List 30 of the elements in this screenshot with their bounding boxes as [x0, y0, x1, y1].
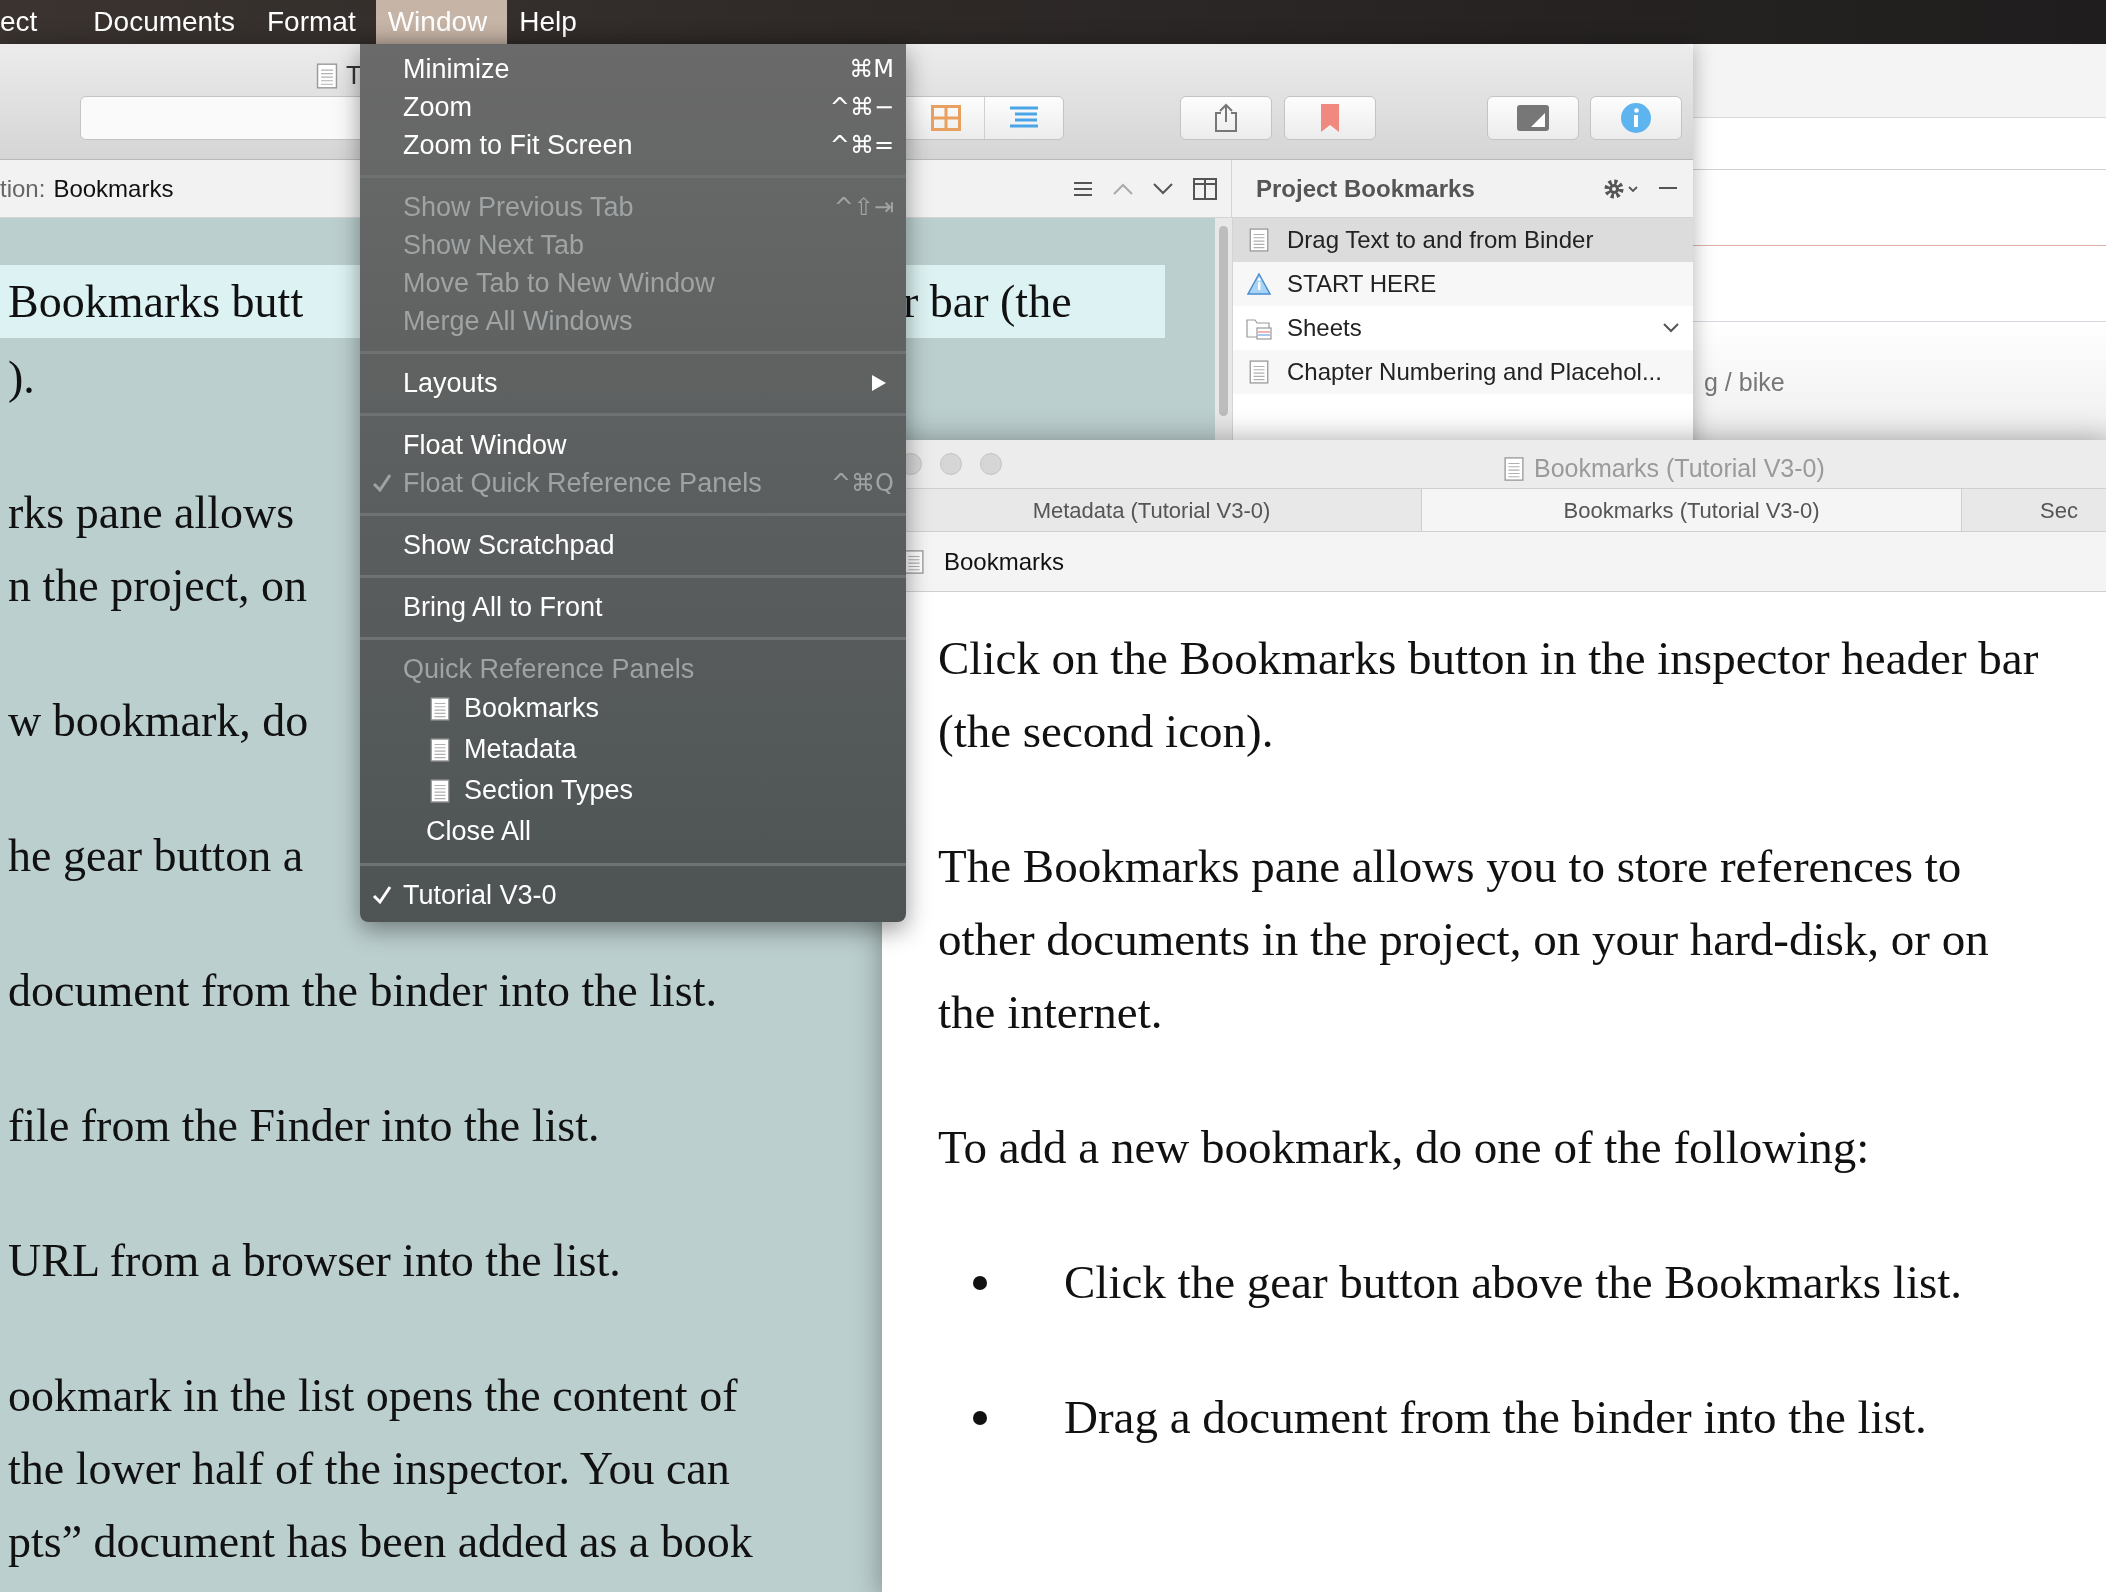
editor-text: Bookmarks butt	[8, 275, 304, 329]
paragraph: To add a new bookmark, do one of the following:	[938, 1120, 1871, 1175]
editor-text: pts” document has been added as a book	[8, 1515, 753, 1569]
paragraph: The Bookmarks pane allows you to store references to other documents in the project, on your hard-disk, or on the internet.	[938, 839, 1990, 1040]
editor-text: he gear button a	[8, 829, 304, 883]
editor-text: ookmark in the list opens the content of	[8, 1369, 738, 1423]
document-title: Bookmarks	[944, 546, 1065, 577]
editor-text: URL from a browser into the list.	[8, 1234, 621, 1288]
editor-text: rks pane allows	[8, 486, 295, 540]
editor-text: r bar (the	[903, 275, 1072, 329]
editor-text: file from the Finder into the list.	[8, 1099, 600, 1153]
editor-text: the lower half of the inspector. You can	[8, 1442, 730, 1496]
bullet-text: Drag a document from the binder into the list.	[1064, 1390, 1928, 1445]
bookmark-label: Sheets	[1287, 313, 1363, 343]
inspector-title: Project Bookmarks	[1256, 173, 1476, 204]
bookmark-label: START HERE	[1287, 269, 1438, 299]
window-title: Bookmarks (Tutorial V3-0)	[1534, 453, 1825, 484]
header-prefix: tion:	[0, 173, 46, 204]
bookmark-label: Drag Text to and from Binder	[1287, 225, 1595, 255]
bullet-text: Click the gear button above the Bookmarks list.	[1064, 1255, 1964, 1310]
paragraph: Click on the Bookmarks button in the inspector header bar (the second icon).	[938, 631, 2040, 759]
editor-text: n the project, on	[8, 559, 307, 613]
editor-text: ).	[8, 351, 35, 405]
menu-section-header: Quick Reference Panels	[402, 652, 696, 686]
window-title: T	[346, 59, 362, 92]
editor-text: document from the binder into the list.	[8, 964, 718, 1018]
document-title: Bookmarks	[53, 173, 174, 204]
path-text: g / bike	[1704, 367, 1785, 399]
bookmark-label: Chapter Numbering and Placehol...	[1287, 357, 1663, 387]
editor-text: w bookmark, do	[8, 694, 309, 748]
